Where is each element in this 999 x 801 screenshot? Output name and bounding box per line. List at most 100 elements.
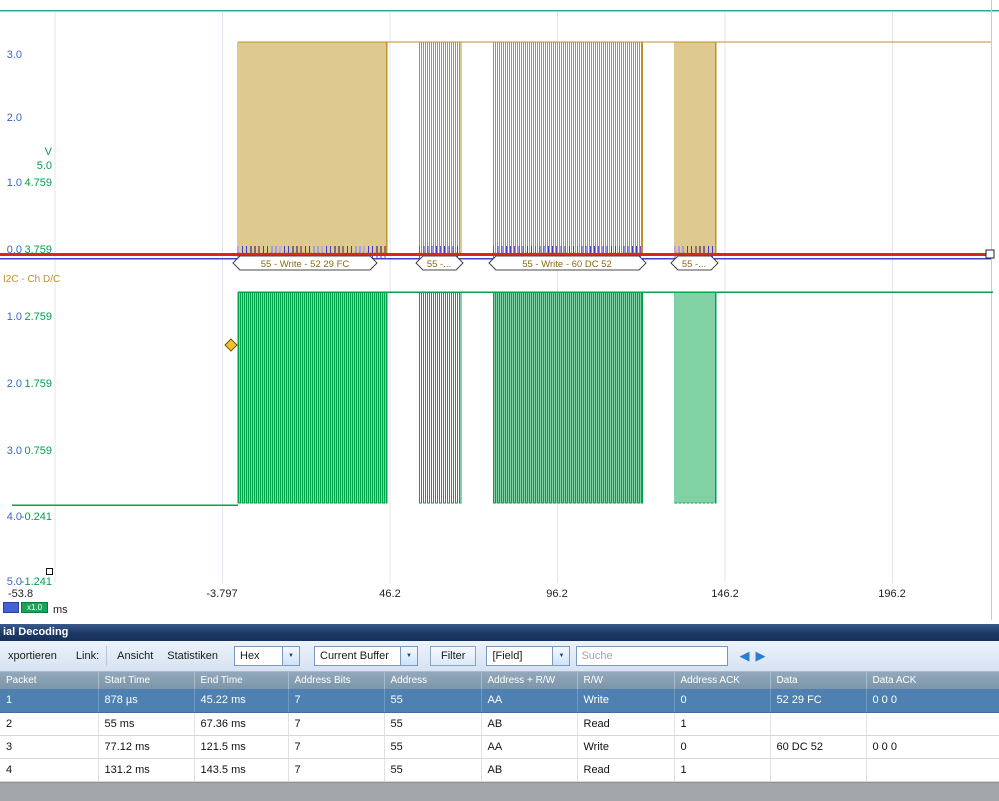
y-axis-label-green: 2.759 xyxy=(24,311,52,323)
table-cell: 55 xyxy=(384,689,482,713)
table-cell: 7 xyxy=(288,712,385,736)
table-cell: 55 xyxy=(384,758,482,782)
table-cell: 45.22 ms xyxy=(194,689,289,713)
channel-a-scale-badge[interactable] xyxy=(3,602,19,613)
column-header[interactable]: Start Time xyxy=(98,672,195,689)
statistics-button[interactable]: Statistiken xyxy=(161,647,224,665)
column-header[interactable]: Data xyxy=(770,672,867,689)
gold-trace-burst xyxy=(419,41,462,254)
field-select[interactable]: [Field] ▼ xyxy=(486,646,571,666)
table-cell: Write xyxy=(577,735,675,759)
column-header[interactable]: Address ACK xyxy=(674,672,771,689)
y-axis-label-green: 3.759 xyxy=(24,244,52,256)
waveform-display[interactable]: 55 - Write - 52 29 FC 55 -... 55 - Write… xyxy=(0,0,999,624)
panel-title: ial Decoding xyxy=(0,624,999,641)
decode-bubble-label: 55 - Write - 60 DC 52 xyxy=(522,259,612,270)
table-row[interactable]: 1 878 µs 45.22 ms 7 55 AA Write 0 52 29 FC 0 0 0 xyxy=(0,689,999,713)
x-axis-unit: ms xyxy=(53,604,68,616)
table-cell: 3 xyxy=(0,735,99,759)
previous-arrow-icon[interactable]: ◀ xyxy=(736,646,752,666)
table-cell: Write xyxy=(577,689,675,713)
x-axis-label: 146.2 xyxy=(711,588,739,600)
column-header[interactable]: Address Bits xyxy=(288,672,385,689)
table-row[interactable]: 2 55 ms 67.36 ms 7 55 AB Read 1 xyxy=(0,712,999,736)
table-cell: 0 xyxy=(674,689,771,713)
threshold-handle[interactable] xyxy=(985,249,995,259)
table-cell xyxy=(770,758,867,782)
table-cell: AA xyxy=(481,689,578,713)
column-header[interactable]: End Time xyxy=(194,672,289,689)
table-cell: AB xyxy=(481,712,578,736)
table-cell xyxy=(866,712,999,736)
x-axis-label: -53.8 xyxy=(8,588,34,600)
x-axis-label: 96.2 xyxy=(546,588,568,600)
column-header[interactable]: Address + R/W xyxy=(481,672,578,689)
channel-b-scale-badge[interactable]: x1.0 xyxy=(21,602,48,613)
x-axis-label: 46.2 xyxy=(379,588,401,600)
field-select-value: [Field] xyxy=(492,650,523,662)
table-cell: 67.36 ms xyxy=(194,712,289,736)
table-cell: 878 µs xyxy=(98,689,195,713)
green-trace-burst xyxy=(237,291,388,504)
column-header[interactable]: Address xyxy=(384,672,482,689)
gold-trace-burst xyxy=(493,41,643,254)
decode-table: Packet Start Time End Time Address Bits Addr… xyxy=(0,672,999,782)
table-cell: 143.5 ms xyxy=(194,758,289,782)
link-label: Link: xyxy=(75,650,100,662)
table-cell: 4 xyxy=(0,758,99,782)
chevron-down-icon[interactable]: ▼ xyxy=(282,647,299,665)
table-cell: 2 xyxy=(0,712,99,736)
buffer-select[interactable]: Current Buffer ▼ xyxy=(314,646,418,666)
export-button[interactable]: xportieren xyxy=(2,647,63,665)
y-axis-label-green: 4.759 xyxy=(24,177,52,189)
y-axis-label-green: 5.0 xyxy=(36,160,52,172)
scope-chart-area[interactable]: 55 - Write - 52 29 FC 55 -... 55 - Write… xyxy=(0,0,999,624)
chevron-down-icon[interactable]: ▼ xyxy=(400,647,417,665)
table-cell: 7 xyxy=(288,735,385,759)
x-axis-label: -3.797 xyxy=(206,588,238,600)
column-header[interactable]: Packet xyxy=(0,672,99,689)
table-cell: AB xyxy=(481,758,578,782)
channel-label: I2C - Ch D/C xyxy=(3,274,61,285)
decode-bubble-label: 55 -... xyxy=(682,259,706,270)
gold-trace-burst xyxy=(674,41,717,254)
table-cell: AA xyxy=(481,735,578,759)
table-cell: Read xyxy=(577,758,675,782)
buffer-select-value: Current Buffer xyxy=(320,650,389,662)
table-cell: 121.5 ms xyxy=(194,735,289,759)
table-cell: 1 xyxy=(0,689,99,713)
table-header-row: Packet Start Time End Time Address Bits Addr… xyxy=(0,672,999,689)
table-cell: 77.12 ms xyxy=(98,735,195,759)
column-header[interactable]: Data ACK xyxy=(866,672,999,689)
format-select[interactable]: Hex ▼ xyxy=(234,646,300,666)
chevron-down-icon[interactable]: ▼ xyxy=(552,647,570,665)
search-input[interactable] xyxy=(576,646,729,666)
table-cell: 52 29 FC xyxy=(770,689,867,713)
table-cell: Read xyxy=(577,712,675,736)
table-cell: 7 xyxy=(288,689,385,713)
next-arrow-icon[interactable]: ▶ xyxy=(752,646,768,666)
marker-diamond-icon[interactable] xyxy=(224,338,238,352)
y-axis-unit-green: V xyxy=(44,146,52,158)
table-cell: 55 xyxy=(384,735,482,759)
table-cell: 55 ms xyxy=(98,712,195,736)
table-cell xyxy=(866,758,999,782)
table-cell: 1 xyxy=(674,758,771,782)
format-select-value: Hex xyxy=(240,650,260,662)
view-button[interactable]: Ansicht xyxy=(111,647,159,665)
y-axis-label-blue: 2.0 xyxy=(6,112,22,124)
y-axis-label-blue: 3.0 xyxy=(6,49,22,61)
table-row[interactable]: 3 77.12 ms 121.5 ms 7 55 AA Write 0 60 DC 52 0 0 … xyxy=(0,735,999,759)
column-header[interactable]: R/W xyxy=(577,672,675,689)
table-cell xyxy=(770,712,867,736)
x-axis-label: 196.2 xyxy=(878,588,906,600)
green-trace-burst xyxy=(493,291,643,504)
table-cell: 0 0 0 xyxy=(866,689,999,713)
table-row[interactable]: 4 131.2 ms 143.5 ms 7 55 AB Read 1 xyxy=(0,758,999,782)
gold-trace-burst xyxy=(237,41,388,254)
filter-button[interactable]: Filter xyxy=(430,646,477,666)
decode-bubble-label: 55 -... xyxy=(427,259,451,270)
table-cell: 7 xyxy=(288,758,385,782)
y-axis-label-green: -1.241 xyxy=(20,576,52,588)
axis-handle-square[interactable] xyxy=(46,568,53,575)
